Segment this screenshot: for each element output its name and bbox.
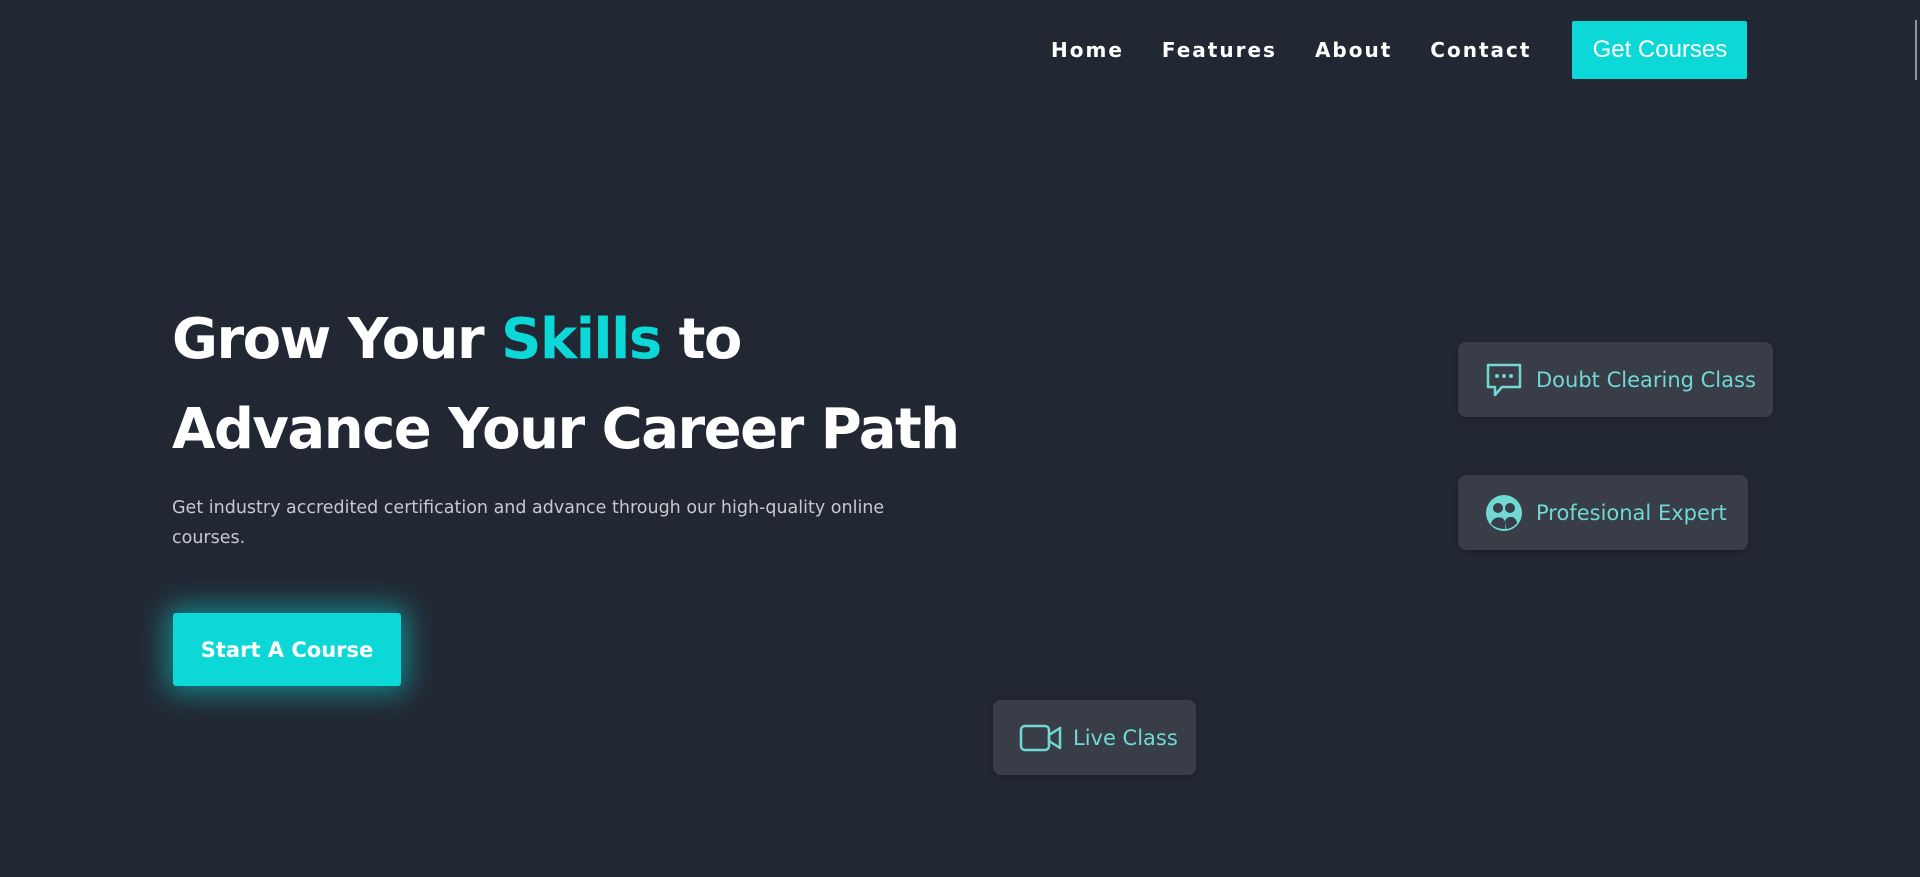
doubt-clearing-label: Doubt Clearing Class xyxy=(1536,367,1756,392)
live-class-card: Live Class xyxy=(993,700,1196,775)
professional-expert-card: Profesional Expert xyxy=(1458,475,1748,550)
main-nav: Home Features About Contact Get Courses xyxy=(1051,20,1748,80)
scrollbar[interactable] xyxy=(1915,20,1917,80)
hero-subtitle: Get industry accredited certification an… xyxy=(172,498,885,548)
nav-link-features[interactable]: Features xyxy=(1162,20,1277,80)
hero-title-accent: Skills xyxy=(501,307,662,372)
landing-page: Home Features About Contact Get Courses … xyxy=(0,0,1920,877)
professional-expert-label: Profesional Expert xyxy=(1536,500,1727,525)
chat-bubble-icon xyxy=(1484,360,1524,400)
get-courses-button[interactable]: Get Courses xyxy=(1572,21,1748,79)
live-class-label: Live Class xyxy=(1073,725,1178,750)
nav-link-about[interactable]: About xyxy=(1315,20,1392,80)
nav-link-home[interactable]: Home xyxy=(1051,20,1124,80)
hero-title-line2: Advance Your Career Path xyxy=(172,397,960,462)
hero-title: Grow Your Skills to Advance Your Career … xyxy=(172,295,960,475)
expert-user-icon xyxy=(1484,493,1524,533)
hero-title-part2: to xyxy=(660,307,743,372)
hero-title-part1: Grow Your xyxy=(172,307,502,372)
nav-link-contact[interactable]: Contact xyxy=(1430,20,1531,80)
video-camera-icon xyxy=(1019,723,1063,753)
doubt-clearing-card: Doubt Clearing Class xyxy=(1458,342,1773,417)
start-course-button[interactable]: Start A Course xyxy=(173,613,401,686)
